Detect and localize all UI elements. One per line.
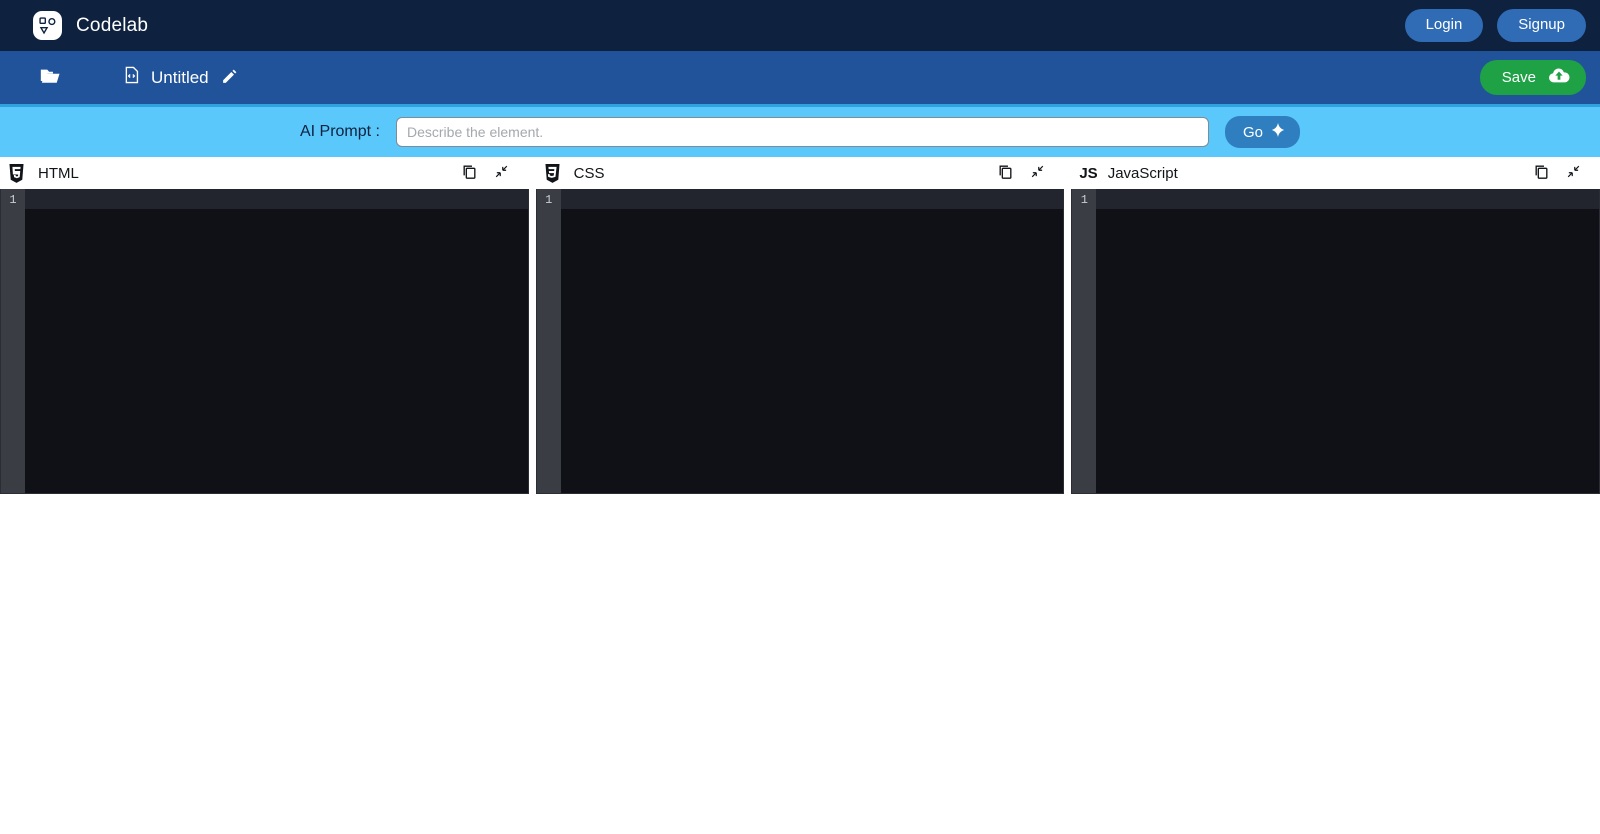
- code-file-icon: [122, 64, 141, 91]
- line-number: 1: [9, 193, 17, 207]
- editor-panels: HTML 1 CSS 1 JS JavaScript 1: [0, 157, 1600, 494]
- line-number-gutter-html: 1: [1, 189, 25, 493]
- editor-title-html: HTML: [38, 164, 79, 182]
- editor-header-javascript: JS JavaScript: [1071, 157, 1600, 189]
- pencil-icon: [221, 68, 238, 88]
- ai-prompt-bar: AI Prompt : Go: [0, 104, 1600, 157]
- editor-title-javascript: JavaScript: [1107, 164, 1178, 182]
- project-toolbar: Untitled Save: [0, 51, 1600, 104]
- line-number: 1: [1080, 193, 1088, 207]
- copy-code-button-css[interactable]: [992, 160, 1018, 186]
- ai-prompt-label: AI Prompt :: [299, 123, 380, 140]
- code-editor-css[interactable]: 1: [535, 189, 1065, 494]
- cloud-upload-icon: [1548, 67, 1570, 88]
- brand[interactable]: Codelab: [33, 11, 148, 40]
- signup-button[interactable]: Signup: [1497, 9, 1586, 42]
- brand-name: Codelab: [76, 14, 149, 36]
- copy-icon: [997, 163, 1014, 183]
- codelab-shapes-icon: [33, 11, 62, 40]
- collapse-arrows-icon: [1030, 164, 1045, 182]
- active-line-highlight: [1096, 189, 1600, 209]
- save-button-label: Save: [1501, 69, 1536, 86]
- collapse-arrows-icon: [494, 164, 509, 182]
- editor-panel-javascript: JS JavaScript 1: [1071, 157, 1600, 494]
- current-file-chip[interactable]: Untitled: [122, 64, 240, 91]
- line-number-gutter-css: 1: [536, 189, 561, 493]
- js-text-icon: JS: [1079, 164, 1098, 182]
- active-line-highlight: [25, 189, 528, 209]
- ai-prompt-go-button[interactable]: Go: [1225, 116, 1301, 148]
- file-name: Untitled: [151, 67, 209, 87]
- collapse-arrows-icon: [1566, 164, 1581, 182]
- editor-panel-css: CSS 1: [535, 157, 1065, 494]
- rename-file-button[interactable]: [219, 68, 240, 88]
- top-navbar: Codelab Login Signup: [0, 0, 1600, 51]
- code-area-javascript[interactable]: [1096, 189, 1600, 493]
- copy-code-button-javascript[interactable]: [1528, 160, 1554, 186]
- code-editor-html[interactable]: 1: [0, 189, 529, 494]
- editor-title-css: CSS: [573, 164, 605, 182]
- copy-code-button-html[interactable]: [457, 160, 483, 186]
- editor-header-css: CSS: [535, 157, 1065, 189]
- save-button[interactable]: Save: [1479, 60, 1586, 95]
- copy-icon: [1533, 163, 1550, 183]
- active-line-highlight: [560, 189, 1064, 209]
- code-area-html[interactable]: [25, 189, 528, 493]
- sparkle-icon: [1270, 122, 1286, 142]
- collapse-panel-button-html[interactable]: [489, 160, 515, 186]
- ai-prompt-input[interactable]: [396, 117, 1209, 147]
- code-area-css[interactable]: [560, 189, 1064, 493]
- open-folder-icon: [37, 65, 63, 90]
- line-number: 1: [545, 193, 553, 207]
- open-folder-button[interactable]: [33, 63, 67, 93]
- login-button[interactable]: Login: [1404, 9, 1484, 42]
- editor-header-html: HTML: [0, 157, 529, 189]
- code-editor-javascript[interactable]: 1: [1071, 189, 1600, 494]
- collapse-panel-button-css[interactable]: [1024, 160, 1050, 186]
- go-button-label: Go: [1243, 123, 1264, 141]
- line-number-gutter-javascript: 1: [1072, 189, 1097, 493]
- copy-icon: [461, 163, 478, 183]
- editor-panel-html: HTML 1: [0, 157, 529, 494]
- html5-shield-icon: [8, 163, 28, 183]
- navbar-actions: Login Signup: [1404, 9, 1586, 42]
- css3-shield-icon: [544, 163, 564, 183]
- collapse-panel-button-javascript[interactable]: [1560, 160, 1586, 186]
